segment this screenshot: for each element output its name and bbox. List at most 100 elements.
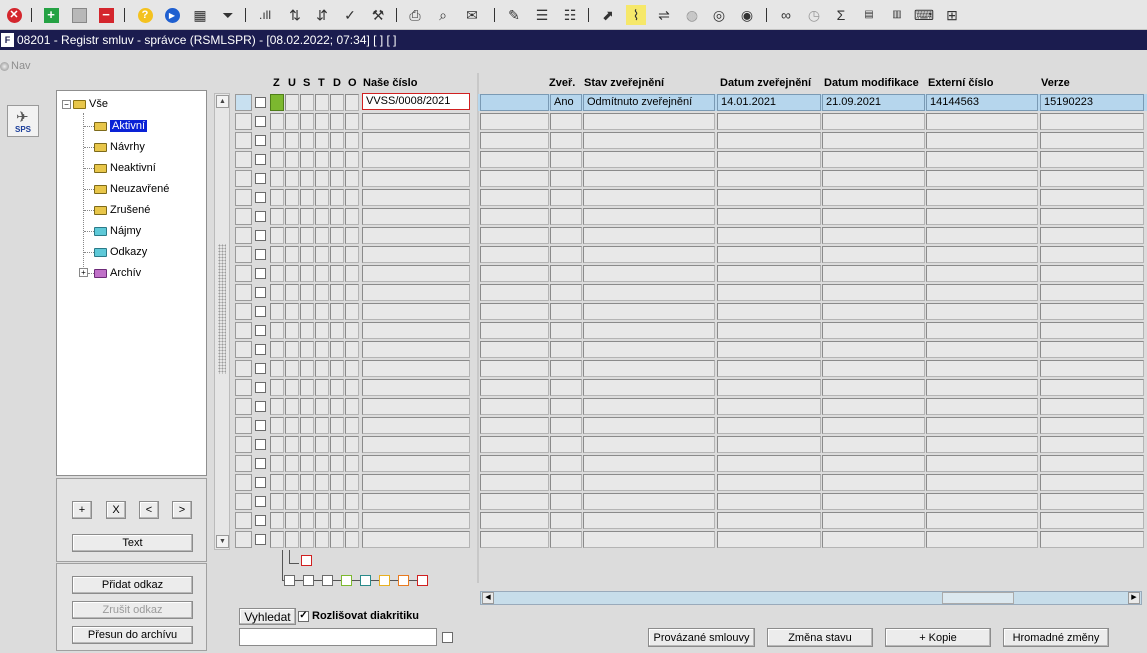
grid-cell[interactable] bbox=[1040, 132, 1144, 149]
export-icon[interactable]: ⬈ bbox=[598, 5, 618, 25]
row-select-checkbox[interactable] bbox=[255, 135, 266, 146]
column-header-d[interactable]: D bbox=[333, 77, 341, 89]
grid-cell[interactable] bbox=[717, 246, 821, 263]
sort-desc-icon[interactable]: ⇵ bbox=[312, 5, 332, 25]
flag-cell[interactable] bbox=[270, 455, 284, 472]
grid-cell[interactable] bbox=[362, 436, 470, 453]
flag-cell[interactable] bbox=[345, 360, 359, 377]
flag-cell[interactable] bbox=[330, 512, 344, 529]
flag-cell[interactable] bbox=[315, 493, 329, 510]
tree-collapse-icon[interactable]: − bbox=[62, 100, 71, 109]
flag-cell[interactable] bbox=[315, 455, 329, 472]
grid-cell[interactable] bbox=[583, 493, 715, 510]
flag-cell[interactable] bbox=[330, 113, 344, 130]
grid-cell[interactable] bbox=[926, 265, 1038, 282]
grid-cell[interactable] bbox=[926, 189, 1038, 206]
check-icon[interactable]: ✓ bbox=[340, 5, 360, 25]
flag-cell[interactable] bbox=[285, 436, 299, 453]
flag-cell[interactable] bbox=[330, 398, 344, 415]
grid-cell[interactable] bbox=[926, 379, 1038, 396]
flag-cell[interactable] bbox=[270, 417, 284, 434]
grid-cell[interactable] bbox=[583, 227, 715, 244]
grid-cell[interactable] bbox=[583, 379, 715, 396]
grid-cell[interactable] bbox=[583, 132, 715, 149]
grid-cell[interactable] bbox=[717, 531, 821, 548]
grid-cell[interactable] bbox=[822, 132, 925, 149]
row-indicator[interactable] bbox=[235, 474, 252, 491]
flag-cell[interactable] bbox=[285, 493, 299, 510]
grid-cell[interactable] bbox=[480, 455, 549, 472]
grid-cell[interactable] bbox=[550, 151, 582, 168]
flag-cell[interactable] bbox=[330, 94, 344, 111]
help-icon[interactable]: ? bbox=[135, 5, 155, 25]
flag-cell[interactable] bbox=[285, 94, 299, 111]
grid-cell[interactable] bbox=[717, 227, 821, 244]
flag-cell[interactable] bbox=[270, 246, 284, 263]
grid-cell[interactable] bbox=[362, 322, 470, 339]
grid-cell[interactable] bbox=[480, 474, 549, 491]
search-option-checkbox[interactable] bbox=[442, 632, 453, 643]
flag-cell[interactable] bbox=[330, 151, 344, 168]
grid-cell[interactable] bbox=[717, 417, 821, 434]
row-select-checkbox[interactable] bbox=[255, 192, 266, 203]
tree-node-odkazy[interactable]: Odkazy bbox=[94, 244, 147, 260]
grid-cell[interactable] bbox=[717, 512, 821, 529]
row-select-checkbox[interactable] bbox=[255, 515, 266, 526]
flag-cell[interactable] bbox=[315, 151, 329, 168]
grid-cell[interactable] bbox=[822, 417, 925, 434]
flag-cell[interactable] bbox=[345, 132, 359, 149]
delete-icon[interactable]: − bbox=[96, 5, 116, 25]
cell-verze[interactable]: 15190223 bbox=[1040, 94, 1144, 111]
run-icon[interactable]: ▶ bbox=[162, 5, 182, 25]
tree-remove-button[interactable]: X bbox=[106, 501, 126, 519]
grid-cell[interactable] bbox=[822, 246, 925, 263]
flag-cell[interactable] bbox=[345, 398, 359, 415]
flag-cell[interactable] bbox=[330, 341, 344, 358]
print-icon[interactable]: ⎙ bbox=[405, 5, 425, 25]
edit-icon[interactable]: ✎ bbox=[504, 5, 524, 25]
horizontal-scrollbar[interactable]: ◀ ▶ bbox=[480, 591, 1142, 605]
flag-cell[interactable] bbox=[270, 151, 284, 168]
row-select-checkbox[interactable] bbox=[255, 401, 266, 412]
grid-cell[interactable] bbox=[822, 531, 925, 548]
grid-cell[interactable] bbox=[480, 132, 549, 149]
grid-cell[interactable] bbox=[583, 512, 715, 529]
tree-icon[interactable]: ⊞ bbox=[942, 5, 962, 25]
attach-icon[interactable]: ⌇ bbox=[626, 5, 646, 25]
grid-cell[interactable] bbox=[926, 512, 1038, 529]
grid-cell[interactable] bbox=[822, 398, 925, 415]
mail-icon[interactable]: ✉ bbox=[462, 5, 482, 25]
cell-stav[interactable]: Odmítnuto zveřejnění bbox=[583, 94, 715, 111]
flag-cell[interactable] bbox=[270, 398, 284, 415]
grid-cell[interactable] bbox=[362, 493, 470, 510]
grid-cell[interactable] bbox=[822, 474, 925, 491]
flag-cell[interactable] bbox=[345, 379, 359, 396]
row-indicator[interactable] bbox=[235, 341, 252, 358]
flag-cell[interactable] bbox=[315, 379, 329, 396]
flag-cell[interactable] bbox=[315, 436, 329, 453]
grid-cell[interactable] bbox=[1040, 493, 1144, 510]
grid-cell[interactable] bbox=[717, 265, 821, 282]
grid-cell[interactable] bbox=[822, 265, 925, 282]
tree-node-navrhy[interactable]: Návrhy bbox=[94, 139, 145, 155]
grid-cell[interactable] bbox=[583, 246, 715, 263]
grid-cell[interactable] bbox=[480, 531, 549, 548]
row-indicator[interactable] bbox=[235, 189, 252, 206]
grid-cell[interactable] bbox=[550, 246, 582, 263]
grid-cell[interactable] bbox=[1040, 531, 1144, 548]
grid-cell[interactable] bbox=[926, 170, 1038, 187]
flag-cell[interactable] bbox=[345, 493, 359, 510]
flag-cell[interactable] bbox=[315, 284, 329, 301]
grid-cell[interactable] bbox=[550, 265, 582, 282]
grid-cell[interactable] bbox=[583, 265, 715, 282]
row-indicator[interactable] bbox=[235, 132, 252, 149]
grid-cell[interactable] bbox=[926, 284, 1038, 301]
grid-cell[interactable] bbox=[550, 208, 582, 225]
grid-cell[interactable] bbox=[822, 512, 925, 529]
grid-cell[interactable] bbox=[550, 303, 582, 320]
column-header-datum-zver[interactable]: Datum zveřejnění bbox=[720, 77, 811, 89]
grid-cell[interactable] bbox=[822, 303, 925, 320]
flag-cell[interactable] bbox=[315, 170, 329, 187]
grid-cell[interactable] bbox=[926, 246, 1038, 263]
flag-cell[interactable] bbox=[330, 531, 344, 548]
